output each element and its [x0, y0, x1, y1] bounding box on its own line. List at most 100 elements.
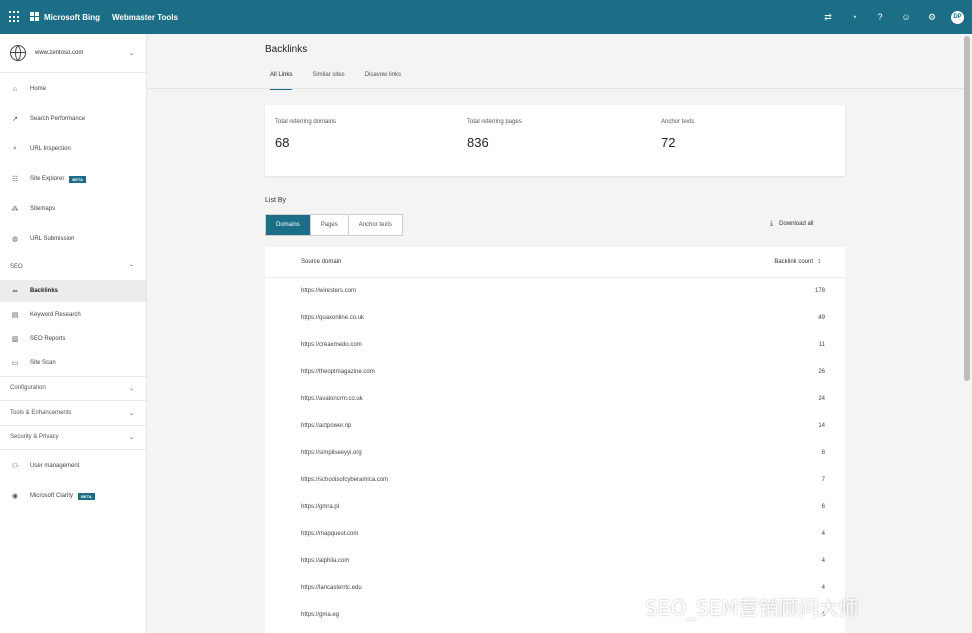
chevron-down-icon: ⌄ [128, 410, 134, 417]
section-tools-enhancements[interactable]: Tools & Enhancements ⌄ [0, 402, 146, 424]
segment-domains[interactable]: Domains [266, 215, 311, 235]
download-icon: ⤓ [770, 220, 774, 227]
scrollbar[interactable] [964, 36, 970, 381]
sidebar-item-url-submission[interactable]: ◍ URL Submission [0, 228, 146, 250]
sidebar-item-label: URL Inspection [30, 146, 71, 152]
sidebar-item-keyword-research[interactable]: ▤ Keyword Research [0, 304, 146, 326]
help-icon[interactable]: ? [867, 0, 893, 34]
table-row[interactable]: https://theoptmagazine.com 26 [265, 359, 845, 386]
backlink-count: 4 [821, 558, 825, 564]
tab-bar: All Links Similar sites Disavow links [270, 72, 421, 90]
backlinks-table: Source domain Backlink count ↕ https://w… [265, 247, 845, 633]
bell-icon[interactable]: ◔ [841, 0, 867, 34]
segment-anchor-texts[interactable]: Anchor texts [349, 215, 402, 235]
sidebar-item-home[interactable]: ⌂ Home [0, 78, 146, 100]
backlink-count: 26 [818, 369, 825, 375]
segment-pages[interactable]: Pages [311, 215, 349, 235]
table-row[interactable]: https://quaxonline.co.uk 49 [265, 305, 845, 332]
source-domain-link[interactable]: https://simpliseeyyi.org [301, 450, 362, 456]
sidebar-item-label: Sitemaps [30, 206, 56, 212]
table-row[interactable]: https://actpower.rip 14 [265, 413, 845, 440]
source-domain-link[interactable]: https://lancasterrtc.edu [301, 585, 362, 591]
section-seo[interactable]: SEO ⌃ [0, 256, 146, 278]
stat-anchor-texts: Anchor texts 72 [661, 119, 694, 150]
share-icon[interactable]: ⇄ [815, 0, 841, 34]
clarity-icon: ◉ [11, 493, 19, 500]
feedback-icon[interactable]: ☺ [893, 0, 919, 34]
source-domain-link[interactable]: https://mapquest.com [301, 531, 358, 537]
stat-referring-pages: Total referring pages 836 [467, 119, 522, 150]
tab-disavow-links[interactable]: Disavow links [365, 72, 401, 88]
download-label: Download all [779, 221, 814, 227]
stat-value: 836 [467, 135, 489, 150]
source-domain-link[interactable]: https://wiresters.com [301, 288, 356, 294]
search-icon: ⌕ [13, 145, 17, 152]
sort-icon[interactable]: ↕ [818, 258, 822, 265]
divider [0, 449, 146, 450]
sidebar-item-label: Site Scan [30, 360, 56, 366]
table-row[interactable]: https://simpliseeyyi.org 8 [265, 440, 845, 467]
section-security-privacy[interactable]: Security & Privacy ⌄ [0, 426, 146, 448]
section-configuration[interactable]: Configuration ⌄ [0, 377, 146, 399]
source-domain-link[interactable]: https://avaloncrm.co.uk [301, 396, 363, 402]
sidebar-item-label: URL Submission [30, 236, 75, 242]
sidebar-item-url-inspection[interactable]: ⌕ URL Inspection [0, 138, 146, 160]
product-name[interactable]: Webmaster Tools [112, 13, 178, 22]
column-header-source-domain[interactable]: Source domain [301, 259, 341, 265]
chevron-down-icon: ⌄ [128, 434, 134, 441]
settings-icon[interactable]: ⚙ [919, 0, 945, 34]
table-row[interactable]: https://wiresters.com 178 [265, 278, 845, 305]
source-domain-link[interactable]: https://quaxonline.co.uk [301, 315, 364, 321]
beta-badge: BETA [69, 175, 86, 183]
table-row[interactable]: https://schoolsofcyberamica.com 7 [265, 467, 845, 494]
sidebar-item-search-performance[interactable]: ↗ Search Performance [0, 108, 146, 130]
source-domain-link[interactable]: https://alphila.com [301, 558, 349, 564]
chart-icon: ↗ [12, 116, 18, 123]
top-icons: ⇄ ◔ ? ☺ ⚙ DP [815, 0, 964, 34]
download-all-button[interactable]: ⤓ Download all [770, 220, 813, 228]
column-header-backlink-count[interactable]: Backlink count [774, 259, 813, 265]
sidebar-item-sitemaps[interactable]: ⁂ Sitemaps [0, 198, 146, 220]
sidebar-item-site-explorer[interactable]: ☷ Site Explorer BETA [0, 168, 146, 190]
sidebar-item-site-scan[interactable]: ▭ Site Scan [0, 352, 146, 374]
source-domain-link[interactable]: https://creaxmedo.com [301, 342, 362, 348]
sidebar-item-seo-reports[interactable]: ▥ SEO Reports [0, 328, 146, 350]
app-launcher-icon[interactable] [9, 11, 21, 23]
tab-similar-sites[interactable]: Similar sites [312, 72, 344, 88]
backlink-count: 14 [818, 423, 825, 429]
stat-value: 68 [275, 135, 290, 150]
source-domain-link[interactable]: https://theoptmagazine.com [301, 369, 375, 375]
site-selector[interactable]: www.zentoso.com ⌄ [0, 34, 146, 73]
source-domain-link[interactable]: https://gma.eg [301, 612, 339, 618]
sidebar-item-microsoft-clarity[interactable]: ◉ Microsoft Clarity BETA [0, 485, 146, 507]
chevron-down-icon: ⌄ [128, 50, 134, 57]
table-row[interactable]: https://avaloncrm.co.uk 24 [265, 386, 845, 413]
stat-referring-domains: Total referring domains 68 [275, 119, 336, 150]
avatar[interactable]: DP [951, 10, 964, 24]
beta-badge: BETA [78, 492, 95, 500]
source-domain-link[interactable]: https://schoolsofcyberamica.com [301, 477, 388, 483]
sidebar-item-label: Site Explorer [30, 176, 65, 182]
sidebar-item-user-management[interactable]: ⚇ User management [0, 455, 146, 477]
report-icon: ▥ [11, 336, 19, 343]
sidebar-item-label: Backlinks [30, 288, 59, 294]
sidebar-item-backlinks[interactable]: ∞ Backlinks [0, 280, 146, 302]
backlink-count: 6 [821, 504, 825, 510]
table-row[interactable]: https://mapquest.com 4 [265, 521, 845, 548]
source-domain-link[interactable]: https://gmra.pl [301, 504, 339, 510]
sidebar-item-label: Search Performance [30, 116, 86, 122]
section-label: Security & Privacy [10, 434, 59, 440]
sitemap-icon: ⁂ [11, 206, 19, 213]
backlink-count: 178 [814, 288, 825, 294]
chevron-up-icon: ⌃ [128, 264, 134, 271]
table-row[interactable]: https://gmra.pl 6 [265, 494, 845, 521]
microsoft-logo-icon [30, 12, 40, 22]
list-by-segmented-control: Domains Pages Anchor texts [265, 214, 404, 236]
brand-name[interactable]: Microsoft Bing [44, 13, 100, 22]
source-domain-link[interactable]: https://actpower.rip [301, 423, 351, 429]
keyword-icon: ▤ [11, 312, 19, 319]
table-row[interactable]: https://alphila.com 4 [265, 548, 845, 575]
explorer-icon: ☷ [11, 176, 19, 183]
table-row[interactable]: https://creaxmedo.com 11 [265, 332, 845, 359]
user-icon: ⚇ [11, 463, 19, 470]
